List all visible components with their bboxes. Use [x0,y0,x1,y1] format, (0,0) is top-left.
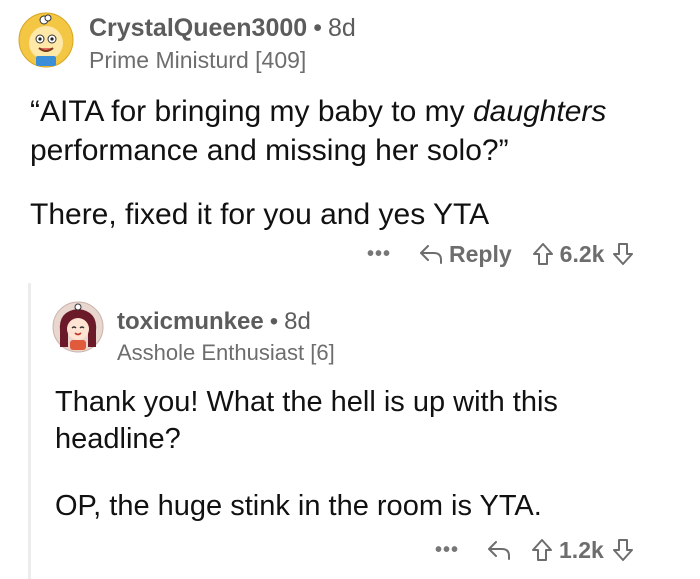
upvote-arrow-icon [531,538,553,562]
comment-paragraph-2: OP, the huge stink in the room is YTA. [55,490,542,522]
more-options-button[interactable]: ••• [435,539,459,562]
comment-actions: ••• 1.2k [435,534,634,566]
reply-arrow-icon [487,539,511,561]
reply-button[interactable] [487,539,511,561]
more-options-button[interactable]: ••• [367,243,391,266]
comment-age: 8d [284,308,311,335]
downvote-arrow-icon [612,538,634,562]
comment-crystalqueen: CrystalQueen3000 • 8d Prime Ministurd [409… [0,0,700,283]
downvote-button[interactable] [612,242,634,266]
comment-paragraph-1: Thank you! What the hell is up with this… [55,386,558,455]
user-flair: Prime Ministurd [409] [89,47,307,73]
comment-paragraph-1: “AITA for bringing my baby to my daughte… [30,92,690,170]
comment-actions: ••• Reply 6.2k [367,238,634,270]
reply-button[interactable]: Reply [419,241,532,268]
comment-age: 8d [327,14,356,42]
comment-paragraph-2: There, fixed it for you and yes YTA [30,198,490,231]
downvote-arrow-icon [612,242,634,266]
vote-score: 1.2k [559,536,604,563]
comment-header: CrystalQueen3000 • 8d [89,14,356,43]
upvote-arrow-icon [532,242,554,266]
girl-avatar-icon[interactable] [52,301,104,353]
separator-dot: • [313,14,322,42]
comment-header: toxicmunkee • 8d [117,308,311,336]
reply-arrow-icon [419,243,443,265]
paragraph-text: performance and missing her solo?” [30,134,509,167]
username[interactable]: toxicmunkee [117,308,264,335]
username[interactable]: CrystalQueen3000 [89,14,307,42]
user-flair: Asshole Enthusiast [6] [117,340,335,365]
lion-avatar-icon[interactable] [18,12,74,68]
paragraph-text: “AITA for bringing my baby to my [30,95,473,128]
paragraph-italic-text: daughters [472,95,607,128]
vote-score: 6.2k [559,240,605,267]
separator-dot: • [269,308,279,335]
upvote-button[interactable] [531,538,553,562]
comment-toxicmunkee: toxicmunkee • 8d Asshole Enthusiast [6] Th… [0,283,700,579]
reply-label: Reply [449,240,512,267]
downvote-button[interactable] [612,538,634,562]
upvote-button[interactable] [532,242,554,266]
